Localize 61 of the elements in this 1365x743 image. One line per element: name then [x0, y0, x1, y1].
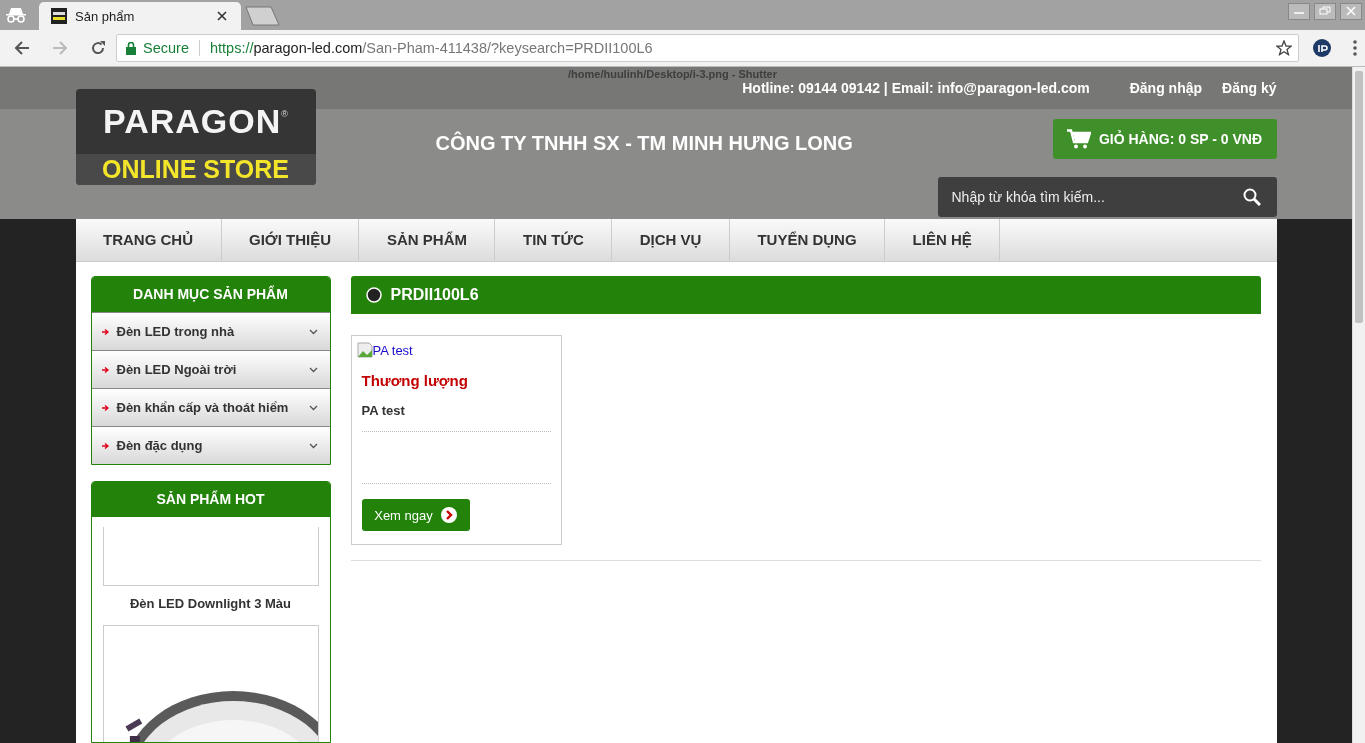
cart-button[interactable]: GIỎ HÀNG: 0 SP - 0 VNĐ — [1052, 119, 1277, 159]
lock-icon — [126, 41, 136, 55]
contact-text: Hotline: 09144 09142 | Email: info@paragon-led.com — [742, 80, 1090, 96]
close-icon[interactable] — [217, 11, 227, 21]
search-field[interactable]: Nhập từ khóa tìm kiếm... — [937, 177, 1277, 217]
product-image-link[interactable]: PA test — [356, 342, 413, 358]
chevron-down-icon — [308, 328, 318, 335]
minimize-icon[interactable] — [1288, 3, 1310, 20]
logo-tagline: ONLINE STORE — [101, 155, 290, 184]
category-item[interactable]: Đèn đặc dụng — [91, 426, 330, 464]
incognito-icon — [5, 7, 27, 23]
star-icon[interactable] — [1276, 40, 1292, 56]
panel-title: SẢN PHẨM HOT — [91, 482, 330, 517]
arrow-icon — [101, 366, 109, 373]
favicon-icon — [51, 8, 67, 24]
chevron-down-icon — [308, 366, 318, 373]
product-price: Thương lượng — [361, 372, 469, 389]
nav-item[interactable]: GIỚI THIỆU — [221, 219, 360, 261]
scrollbar-thumb[interactable] — [1355, 71, 1363, 323]
category-item[interactable]: Đèn LED trong nhà — [91, 312, 330, 350]
broken-image-icon — [356, 342, 373, 358]
account-link[interactable]: Đăng ký — [1222, 80, 1277, 96]
chevron-down-icon — [308, 442, 318, 449]
extension-icon[interactable] — [1313, 39, 1331, 57]
logo[interactable]: PARAGON® ONLINE STORE — [75, 89, 316, 185]
product-name[interactable]: Đèn LED Downlight 3 Màu — [102, 586, 319, 625]
tab-title: Sản phẩm — [75, 8, 136, 24]
search-icon[interactable] — [1242, 188, 1261, 206]
search-keyword: PRDII100L6 — [390, 286, 479, 304]
arrow-icon — [101, 442, 109, 449]
chevron-down-icon — [308, 404, 318, 411]
trademark: ® — [281, 109, 288, 119]
company-name: CÔNG TY TNHH SX - TM MINH HƯNG LONG — [435, 132, 853, 155]
secure-label: Secure — [143, 40, 189, 56]
overlay-title: /home/huulinh/Desktop/i-3.png - Shutter — [568, 68, 777, 80]
view-button[interactable]: Xem ngay — [361, 499, 470, 531]
restore-icon[interactable] — [1314, 3, 1336, 20]
address-bar[interactable]: Secure https://paragon-led.com/San-Pham-411438/?keysearch=PRDII100L6 — [116, 34, 1299, 62]
menu-icon[interactable] — [1353, 40, 1357, 56]
arrow-icon — [101, 404, 109, 411]
reload-icon[interactable] — [90, 40, 106, 56]
nav-item[interactable]: LIÊN HỆ — [885, 219, 1001, 261]
product-name[interactable]: PA test — [361, 403, 551, 418]
panel-title: DANH MỤC SẢN PHẨM — [91, 277, 330, 312]
circle-icon — [365, 287, 382, 303]
category-item[interactable]: Đèn LED Ngoài trời — [91, 350, 330, 388]
logo-brand: PARAGON — [103, 102, 282, 141]
url-text: https://paragon-led.com/San-Pham-411438/?keysearch=PRDII100L6 — [209, 40, 654, 56]
back-icon[interactable] — [14, 40, 30, 56]
category-item[interactable]: Đèn khẩn cấp và thoát hiểm — [91, 388, 330, 426]
chevron-right-icon — [440, 507, 457, 523]
account-link[interactable]: Đăng nhập — [1129, 80, 1203, 96]
arrow-icon — [101, 328, 109, 335]
browser-tab[interactable]: Sản phẩm — [39, 2, 241, 30]
nav-item[interactable]: SẢN PHẨM — [359, 219, 496, 261]
nav-item[interactable]: TUYỂN DỤNG — [729, 219, 886, 261]
nav-item[interactable]: TIN TỨC — [495, 219, 613, 261]
scrollbar[interactable] — [1352, 67, 1365, 743]
cart-icon — [1066, 129, 1091, 149]
nav-item[interactable]: TRANG CHỦ — [75, 219, 222, 261]
nav-item[interactable]: DỊCH VỤ — [612, 219, 730, 261]
